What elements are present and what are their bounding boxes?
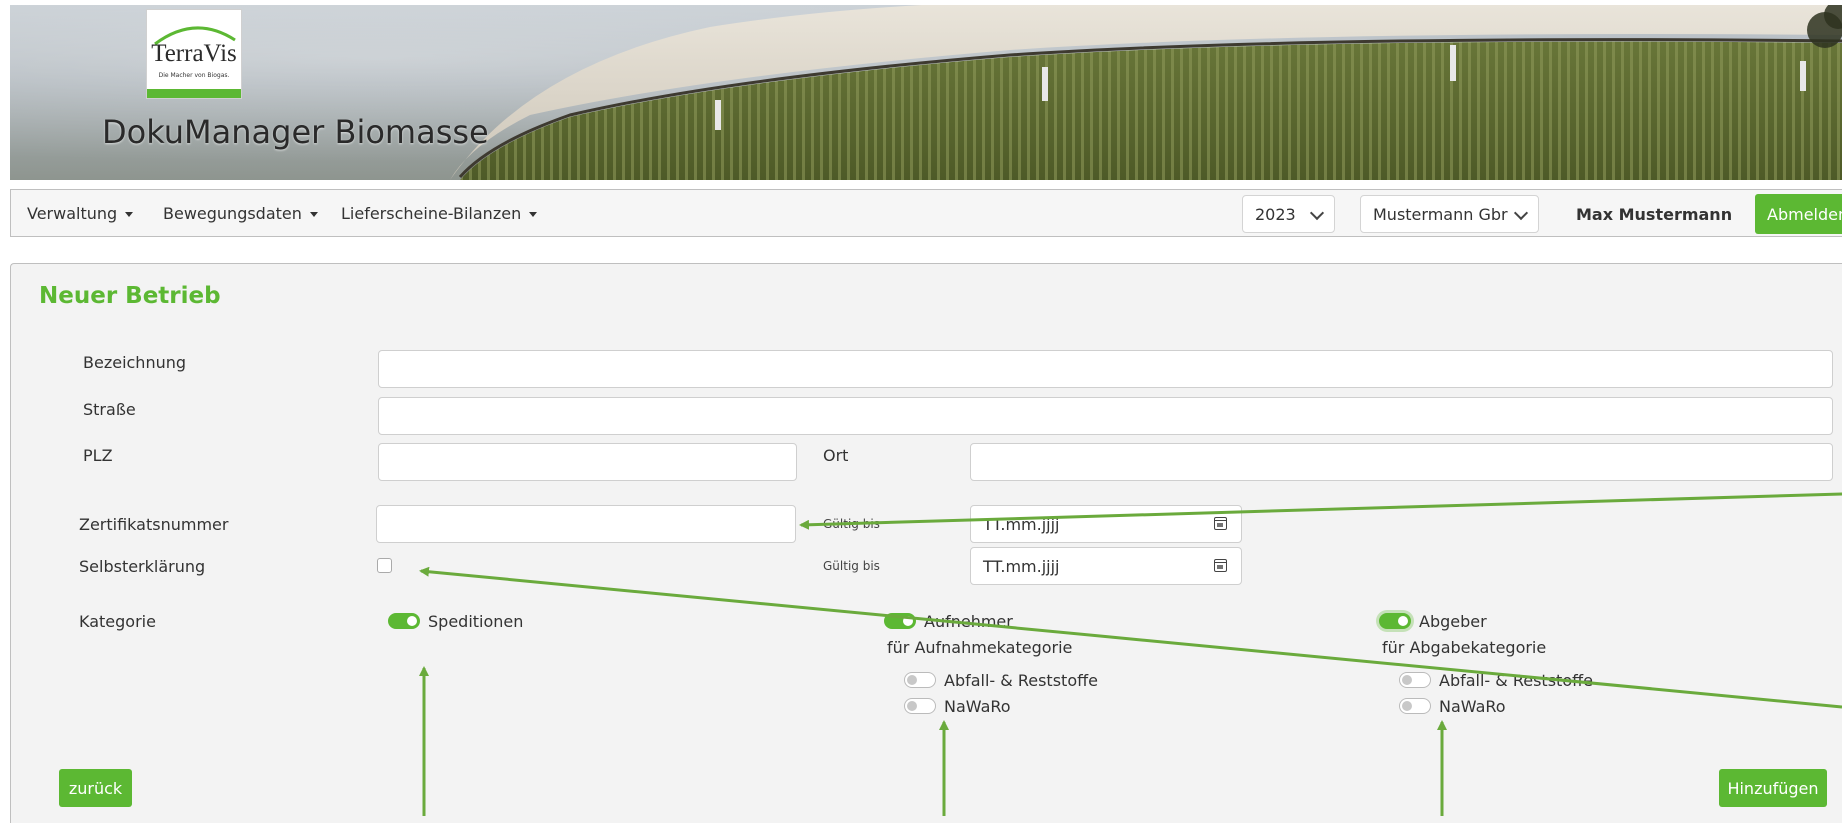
back-button[interactable]: zurück xyxy=(59,769,132,807)
aufnahmekategorie-label: für Aufnahmekategorie xyxy=(887,638,1073,657)
add-button[interactable]: Hinzufügen xyxy=(1719,769,1827,807)
abgabe-abfall-label: Abfall- & Reststoffe xyxy=(1439,671,1593,690)
strasse-label: Straße xyxy=(83,400,136,419)
abgeber-toggle[interactable] xyxy=(1379,613,1411,629)
date-placeholder: TT.mm.jjjj xyxy=(983,515,1060,534)
zertifikatsnummer-input[interactable] xyxy=(376,505,796,543)
zertifikatsnummer-label: Zertifikatsnummer xyxy=(79,515,229,534)
plz-input[interactable] xyxy=(378,443,797,481)
terravis-logo: TerraVis Die Macher von Biogas. xyxy=(146,9,242,99)
logo-tagline: Die Macher von Biogas. xyxy=(158,72,230,79)
calendar-icon[interactable] xyxy=(1214,517,1227,530)
logo-bar xyxy=(147,89,241,98)
kategorie-label: Kategorie xyxy=(79,612,156,631)
year-select-value: 2023 xyxy=(1255,205,1296,224)
date-placeholder: TT.mm.jjjj xyxy=(983,557,1060,576)
calendar-icon[interactable] xyxy=(1214,559,1227,572)
strasse-input[interactable] xyxy=(378,397,1833,435)
gueltig-bis-label: Gültig bis xyxy=(823,517,880,531)
chevron-down-icon xyxy=(1309,205,1325,221)
year-select[interactable]: 2023 xyxy=(1242,195,1335,233)
aufnahme-abfall-label: Abfall- & Reststoffe xyxy=(944,671,1098,690)
nav-menu-bewegungsdaten[interactable]: Bewegungsdaten xyxy=(163,204,318,223)
logo-text: TerraVis xyxy=(151,40,237,67)
nav-menu-verwaltung[interactable]: Verwaltung xyxy=(27,204,134,223)
abgabe-nawaro-label: NaWaRo xyxy=(1439,697,1506,716)
aufnahme-abfall-toggle[interactable] xyxy=(904,672,936,688)
logout-button[interactable]: Abmelden xyxy=(1755,194,1842,234)
user-name: Max Mustermann xyxy=(1576,205,1733,224)
plz-label: PLZ xyxy=(83,446,113,465)
abgabekategorie-label: für Abgabekategorie xyxy=(1382,638,1547,657)
nav-menu-lieferscheine[interactable]: Lieferscheine-Bilanzen xyxy=(341,204,538,223)
biogas-tank-image xyxy=(450,5,1842,180)
ort-label: Ort xyxy=(823,446,849,465)
speditionen-toggle[interactable] xyxy=(388,613,420,629)
nav-menu-label: Bewegungsdaten xyxy=(163,204,302,223)
main-navbar: Verwaltung Bewegungsdaten Lieferscheine-… xyxy=(10,189,1842,237)
aufnahme-nawaro-label: NaWaRo xyxy=(944,697,1011,716)
bezeichnung-label: Bezeichnung xyxy=(83,353,187,372)
header-banner: TerraVis Die Macher von Biogas. DokuMana… xyxy=(10,5,1842,180)
company-select-value: Mustermann Gbr xyxy=(1373,205,1508,224)
selbsterklaerung-label: Selbsterklärung xyxy=(79,557,206,576)
caret-down-icon xyxy=(529,212,538,217)
form-title: Neuer Betrieb xyxy=(39,283,221,309)
app-title: DokuManager Biomasse xyxy=(102,113,489,151)
new-company-form: Neuer Betrieb Bezeichnung Straße PLZ Ort… xyxy=(10,263,1842,823)
speditionen-label: Speditionen xyxy=(428,612,524,631)
aufnehmer-label: Aufnehmer xyxy=(924,612,1013,631)
abgeber-label: Abgeber xyxy=(1419,612,1487,631)
ort-input[interactable] xyxy=(970,443,1833,481)
caret-down-icon xyxy=(125,212,134,217)
aufnehmer-toggle[interactable] xyxy=(884,613,916,629)
company-select[interactable]: Mustermann Gbr xyxy=(1360,195,1539,233)
abgabe-abfall-toggle[interactable] xyxy=(1399,672,1431,688)
caret-down-icon xyxy=(309,212,318,217)
gueltig-bis-label: Gültig bis xyxy=(823,559,880,573)
bezeichnung-input[interactable] xyxy=(378,350,1833,388)
nav-menu-label: Lieferscheine-Bilanzen xyxy=(341,204,522,223)
nav-menu-label: Verwaltung xyxy=(27,204,118,223)
zertifikat-gueltig-bis-date[interactable]: TT.mm.jjjj xyxy=(970,505,1242,543)
aufnahme-nawaro-toggle[interactable] xyxy=(904,698,936,714)
selbsterklaerung-checkbox[interactable] xyxy=(377,558,392,573)
chevron-down-icon xyxy=(1513,205,1529,221)
abgabe-nawaro-toggle[interactable] xyxy=(1399,698,1431,714)
selbsterklaerung-gueltig-bis-date[interactable]: TT.mm.jjjj xyxy=(970,547,1242,585)
